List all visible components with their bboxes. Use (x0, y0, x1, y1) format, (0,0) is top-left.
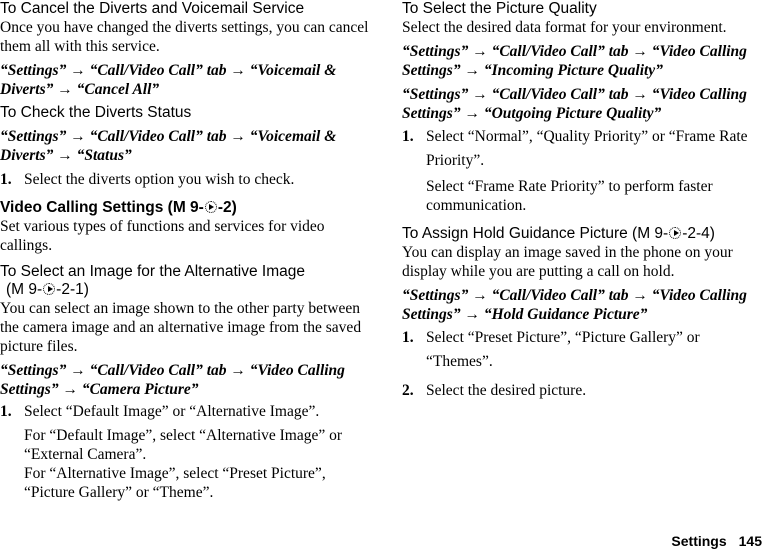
step-item: 2. Select the desired picture. (402, 380, 768, 402)
menu-reference: (M 9- -2-1) (0, 281, 372, 299)
menu-path-outgoing-quality: “Settings” → “Call/Video Call” tab → “Vi… (402, 86, 747, 122)
section-hold-guidance: To Assign Hold Guidance Picture (M 9- -2-… (402, 225, 768, 402)
step-note: Select “Frame Rate Priority” to perform … (426, 178, 713, 214)
menu-path-camera-picture: “Settings” → “Call/Video Call” tab → “Vi… (0, 362, 345, 398)
menu-navigation-right-icon (43, 283, 56, 295)
body-video-calling-settings: Set various types of functions and servi… (0, 218, 325, 254)
page-number: 145 (738, 533, 762, 549)
right-column: To Select the Picture Quality Select the… (402, 0, 768, 402)
step-item: 1. Select “Default Image” or “Alternativ… (0, 401, 372, 423)
section-video-calling-settings: Video Calling Settings (M 9- -2) Set vari… (0, 199, 372, 255)
step-item: 1. Select the diverts option you wish to… (0, 169, 372, 191)
section-cancel-diverts: To Cancel the Diverts and Voicemail Serv… (0, 0, 372, 99)
body-cancel-diverts: Once you have changed the diverts settin… (0, 19, 369, 55)
menu-path-status: “Settings” → “Call/Video Call” tab → “Vo… (0, 128, 337, 164)
heading-cancel-diverts: To Cancel the Diverts and Voicemail Serv… (0, 0, 305, 17)
heading-check-diverts: To Check the Diverts Status (0, 104, 192, 121)
menu-reference: (M 9- -2) (168, 199, 237, 216)
step-number: 1. (0, 403, 12, 420)
heading-alternative-image: To Select an Image for the Alternative I… (0, 263, 306, 280)
ref-prefix: (M 9- (632, 225, 669, 242)
heading-text: Video Calling Settings (0, 199, 164, 216)
heading-text: To Assign Hold Guidance Picture (402, 225, 628, 242)
step-number: 1. (0, 171, 12, 188)
step-text: Select “Default Image” or “Alternative I… (24, 403, 320, 420)
heading-video-calling-settings: Video Calling Settings (M 9- -2) (0, 199, 372, 217)
heading-hold-guidance: To Assign Hold Guidance Picture (M 9- -2-… (402, 225, 768, 243)
page-footer: Settings 145 (671, 533, 762, 549)
menu-path-hold-guidance: “Settings” → “Call/Video Call” tab → “Vi… (402, 287, 747, 323)
step-item: 1. Select “Normal”, “Quality Priority” o… (402, 125, 768, 173)
step-item: 1. Select “Preset Picture”, “Picture Gal… (402, 326, 768, 374)
section-alternative-image: To Select an Image for the Alternative I… (0, 263, 372, 502)
step-number: 1. (402, 128, 414, 145)
step-number: 1. (402, 329, 414, 346)
step-text: Select the desired picture. (426, 382, 587, 399)
body-hold-guidance: You can display an image saved in the ph… (402, 244, 733, 280)
ref-suffix: -2) (217, 199, 237, 216)
ref-suffix: -2-1) (56, 281, 89, 298)
step-text: Select the diverts option you wish to ch… (24, 171, 295, 188)
section-check-diverts: To Check the Diverts Status “Settings” →… (0, 104, 372, 191)
left-column: To Cancel the Diverts and Voicemail Serv… (0, 0, 372, 502)
menu-path-incoming-quality: “Settings” → “Call/Video Call” tab → “Vi… (402, 43, 747, 79)
footer-section-title: Settings (671, 533, 727, 549)
step-note: For “Alternative Image”, select “Preset … (24, 465, 326, 501)
step-text: Select “Normal”, “Quality Priority” or “… (426, 128, 748, 169)
heading-picture-quality: To Select the Picture Quality (402, 0, 597, 17)
body-alternative-image: You can select an image shown to the oth… (0, 300, 362, 355)
menu-reference: (M 9- -2-4) (632, 225, 715, 242)
menu-path-cancel-all: “Settings” → “Call/Video Call” tab → “Vo… (0, 62, 337, 98)
menu-navigation-right-icon (204, 201, 217, 213)
body-picture-quality: Select the desired data format for your … (402, 19, 727, 36)
step-number: 2. (402, 382, 414, 399)
section-picture-quality: To Select the Picture Quality Select the… (402, 0, 768, 215)
step-text: Select “Preset Picture”, “Picture Galler… (426, 329, 700, 370)
step-note: For “Default Image”, select “Alternative… (24, 427, 343, 463)
ref-prefix: (M 9- (167, 199, 204, 216)
menu-navigation-right-icon (669, 227, 682, 239)
ref-prefix: (M 9- (6, 281, 43, 298)
ref-suffix: -2-4) (682, 225, 715, 242)
